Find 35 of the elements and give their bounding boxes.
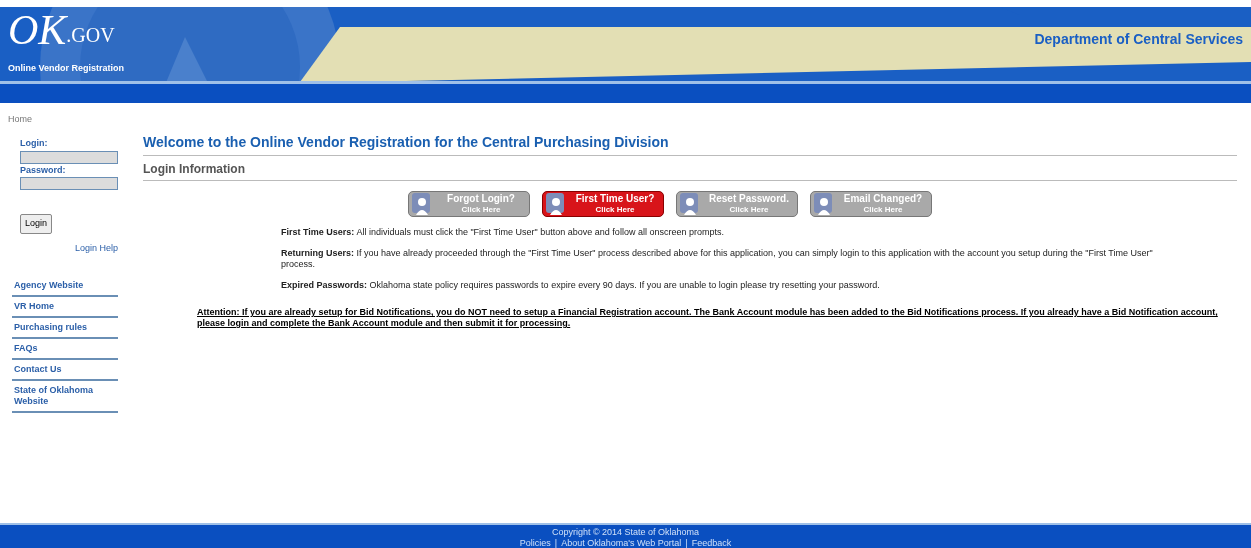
section-heading: Login Information — [143, 156, 1237, 181]
copyright-text: Copyright © 2014 State of Oklahoma — [551, 527, 700, 538]
attention-notice: Attention: If you are already setup for Bid Notifications, you do NOT need to setup a Financial Registration account. The Bank Account module has been added to the Bid Notifications process. If you already have a Bid Notification account, please login and complete the Bank Account module and then submit it for processing. — [196, 307, 1219, 329]
footer-link[interactable]: Policies — [519, 538, 551, 548]
footer-link[interactable]: Feedback — [691, 538, 732, 548]
login-help-link[interactable]: Login Help — [74, 242, 118, 253]
sidebar-link[interactable]: Purchasing rules — [12, 317, 118, 339]
sidebar-link[interactable]: Agency Website — [12, 275, 118, 297]
sidebar-link[interactable]: Contact Us — [12, 359, 118, 381]
user-icon — [411, 191, 433, 217]
sidebar-link[interactable]: FAQs — [12, 338, 118, 360]
logo-text: .GOV — [66, 25, 115, 45]
sidebar-link[interactable]: State of Oklahoma Website — [12, 380, 118, 413]
agency-name[interactable]: Department of Central Services — [1034, 29, 1243, 50]
login-button[interactable]: Login — [20, 214, 53, 234]
password-field[interactable] — [20, 177, 118, 190]
user-icon — [813, 191, 835, 217]
login-field[interactable] — [20, 150, 118, 164]
page-title: Welcome to the Online Vendor Registration for the Central Purchasing Division — [143, 123, 1237, 156]
user-icon — [679, 191, 701, 217]
info-paragraph: First Time Users: All individuals must click the "First Time User" button above and follow all onscreen prompts. — [281, 227, 725, 238]
info-paragraph: Returning Users: If you have already proceeded through the "First Time User" process described above for this application, you can simply login to this application with the account you setup during the "First Time User" process. — [281, 248, 1154, 270]
separator: | — [685, 538, 688, 548]
info-paragraph: Expired Passwords: Oklahoma state policy requires passwords to expire every 90 days. If you are unable to login please try resetting your password. — [281, 280, 881, 291]
breadcrumb-link[interactable]: Home — [8, 114, 32, 124]
separator: | — [554, 538, 558, 548]
sidebar-link[interactable]: VR Home — [12, 296, 118, 318]
site-subtitle: Online Vendor Registration — [8, 62, 124, 75]
footer-link[interactable]: About Oklahoma's Web Portal — [561, 538, 682, 548]
logo[interactable]: OK.GOV — [8, 9, 115, 51]
field-label: Login: — [20, 137, 49, 150]
user-icon — [545, 191, 567, 217]
link-button[interactable]: First Time User? Click Here — [542, 191, 664, 217]
logo-mark: OK — [8, 9, 67, 51]
field-label: Password: — [20, 163, 67, 177]
